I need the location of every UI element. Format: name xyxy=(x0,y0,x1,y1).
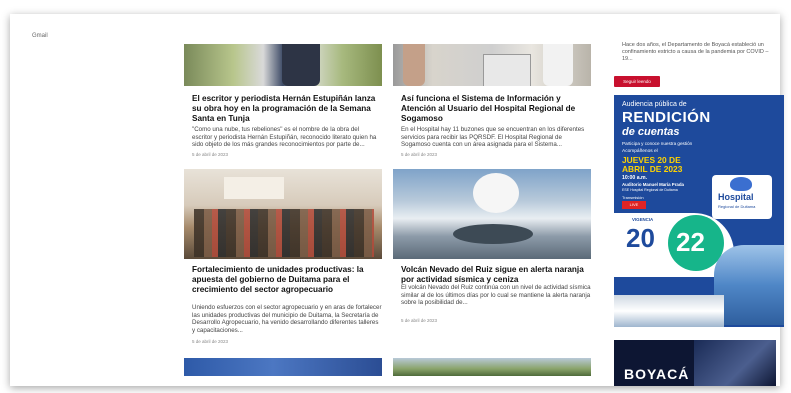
sidebar-snippet: Hace dos años, el Departamento de Boyacá… xyxy=(622,42,769,62)
year-part-a: 20 xyxy=(626,223,655,253)
article-excerpt: El volcán Nevado del Ruiz continúa con u… xyxy=(401,284,591,307)
hospital-logo-text: Hospital xyxy=(718,192,754,202)
banner-heading: Audiencia pública de xyxy=(622,101,687,108)
room-window xyxy=(224,177,284,199)
article-excerpt: "Como una nube, tus rebeliones" es el no… xyxy=(192,126,377,149)
volcano-crater xyxy=(453,224,533,244)
article-thumbnail[interactable] xyxy=(184,358,382,376)
article-card[interactable]: Así funciona el Sistema de Información y… xyxy=(393,44,591,159)
medical-staff-photo xyxy=(714,245,784,325)
person-figure xyxy=(543,44,573,86)
banner-invite: Acompáñenos el xyxy=(622,149,658,154)
article-excerpt: En el Hospital hay 11 buzones que se enc… xyxy=(401,126,585,149)
frame-corner xyxy=(10,330,70,386)
article-card[interactable]: Volcán Nevado del Ruiz sigue en alerta n… xyxy=(393,169,591,345)
ad-stripe xyxy=(694,340,776,386)
read-more-button[interactable]: Seguir leendo xyxy=(614,76,660,87)
banner-transmission: Transmisión xyxy=(622,195,644,200)
article-title[interactable]: Volcán Nevado del Ruiz sigue en alerta n… xyxy=(401,265,591,285)
hospital-logo-card: Hospital Regional de Duitama xyxy=(712,175,772,219)
article-date: 5 de abril de 2023 xyxy=(401,152,438,157)
year-part-b: 22 xyxy=(676,227,705,257)
volcano-plume xyxy=(473,173,519,213)
audience-figures xyxy=(194,209,374,257)
hospital-logo-icon xyxy=(730,177,752,191)
article-thumbnail[interactable] xyxy=(393,169,591,259)
person-figure xyxy=(403,44,425,86)
article-thumbnail[interactable] xyxy=(393,358,591,376)
article-date: 5 de abril de 2023 xyxy=(192,152,229,157)
article-card[interactable] xyxy=(393,358,591,386)
frame-corner xyxy=(10,14,26,30)
banner-subtitle: de cuentas xyxy=(622,126,680,138)
article-date: 5 de abril de 2023 xyxy=(192,339,229,344)
page: Gmail El escritor y periodista Hernán Es… xyxy=(0,0,791,393)
banner-title: RENDICIÓN xyxy=(622,109,711,126)
bottom-ad-text: BOYACÁ xyxy=(624,366,690,382)
hospital-logo-subtext: Regional de Duitama xyxy=(718,204,756,209)
tab-label[interactable]: Gmail xyxy=(32,33,48,39)
article-title[interactable]: El escritor y periodista Hernán Estupiñá… xyxy=(192,94,380,124)
banner-venue-sub: ESE Hospital Regional de Duitama xyxy=(622,188,678,192)
banner-date-year: ABRIL DE 2023 xyxy=(622,164,683,174)
rendicion-banner[interactable]: Audiencia pública de RENDICIÓN de cuenta… xyxy=(614,95,784,327)
article-card[interactable] xyxy=(184,358,382,386)
article-thumbnail[interactable] xyxy=(184,169,382,259)
person-figure xyxy=(282,44,320,86)
frame-corner xyxy=(730,14,780,44)
article-thumbnail[interactable] xyxy=(393,44,591,86)
article-thumbnail[interactable] xyxy=(184,44,382,86)
article-title[interactable]: Fortalecimiento de unidades productivas:… xyxy=(192,265,382,295)
hospital-building xyxy=(614,295,724,327)
vigencia-label: VIGENCIA xyxy=(632,217,654,222)
article-date: 5 de abril de 2023 xyxy=(401,318,438,323)
article-excerpt: Uniendo esfuerzos con el sector agropecu… xyxy=(192,304,382,334)
banner-time: 10:00 a.m. xyxy=(622,175,648,181)
banner-venue: Auditorio Manuel María Prada xyxy=(622,182,684,187)
article-card[interactable]: Fortalecimiento de unidades productivas:… xyxy=(184,169,382,345)
banner-tagline: Participa y conoce nuestra gestión xyxy=(622,141,693,146)
ballot-box xyxy=(483,54,531,86)
article-card[interactable]: El escritor y periodista Hernán Estupiñá… xyxy=(184,44,382,159)
bottom-ad[interactable]: BOYACÁ xyxy=(614,340,776,386)
article-title[interactable]: Así funciona el Sistema de Información y… xyxy=(401,94,589,124)
facebook-live-badge: LIVE xyxy=(622,201,646,209)
